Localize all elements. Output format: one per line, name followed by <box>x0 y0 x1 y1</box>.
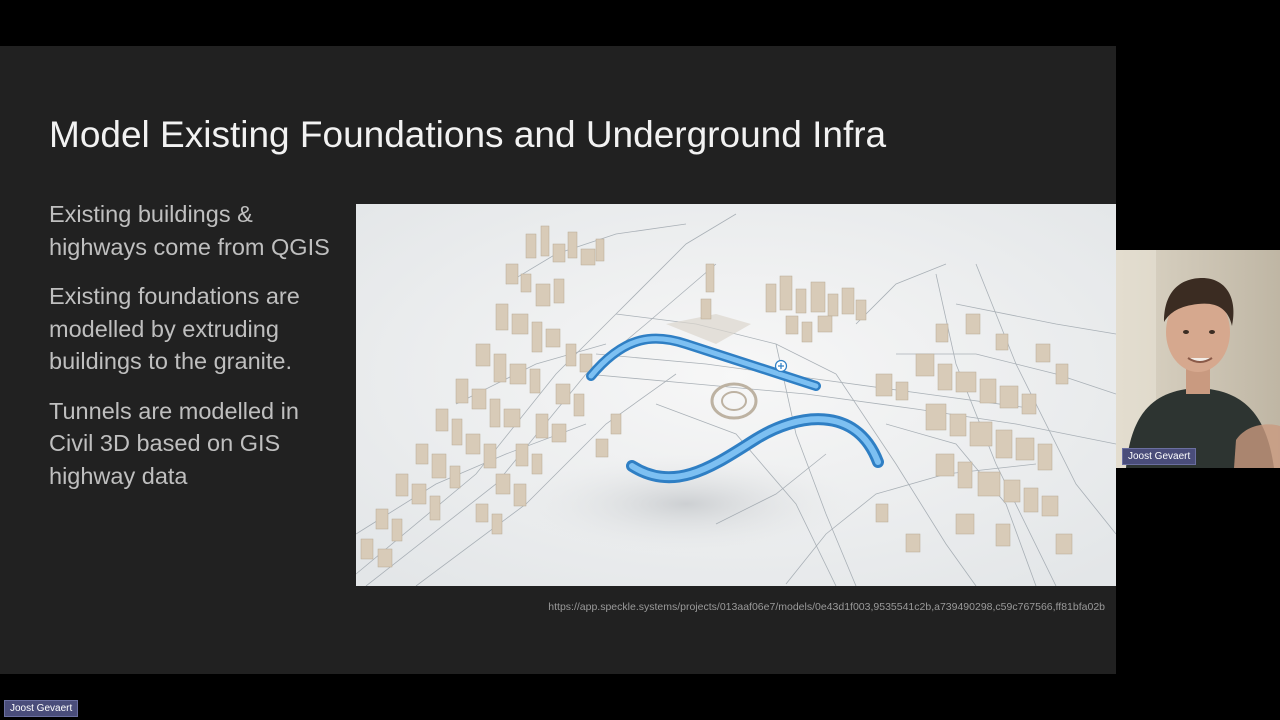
bullet-list: Existing buildings & highways come from … <box>49 198 349 509</box>
participant-video-tile[interactable]: Joost Gevaert <box>1116 250 1280 468</box>
participant-name-tag: Joost Gevaert <box>1122 448 1197 465</box>
self-view-name-tag: Joost Gevaert <box>4 700 79 717</box>
bullet-item: Existing foundations are modelled by ext… <box>49 283 300 374</box>
bullet-item: Tunnels are modelled in Civil 3D based o… <box>49 397 299 489</box>
3d-model-viewer[interactable] <box>356 204 1116 586</box>
participant-video <box>1116 250 1280 468</box>
presentation-slide: Model Existing Foundations and Undergrou… <box>0 46 1116 674</box>
source-url-caption[interactable]: https://app.speckle.systems/projects/013… <box>356 601 1105 613</box>
bullet-item: Existing buildings & highways come from … <box>49 201 330 260</box>
city-model-render <box>356 204 1116 586</box>
plus-circle-icon <box>774 359 788 373</box>
slide-title: Model Existing Foundations and Undergrou… <box>49 114 887 155</box>
